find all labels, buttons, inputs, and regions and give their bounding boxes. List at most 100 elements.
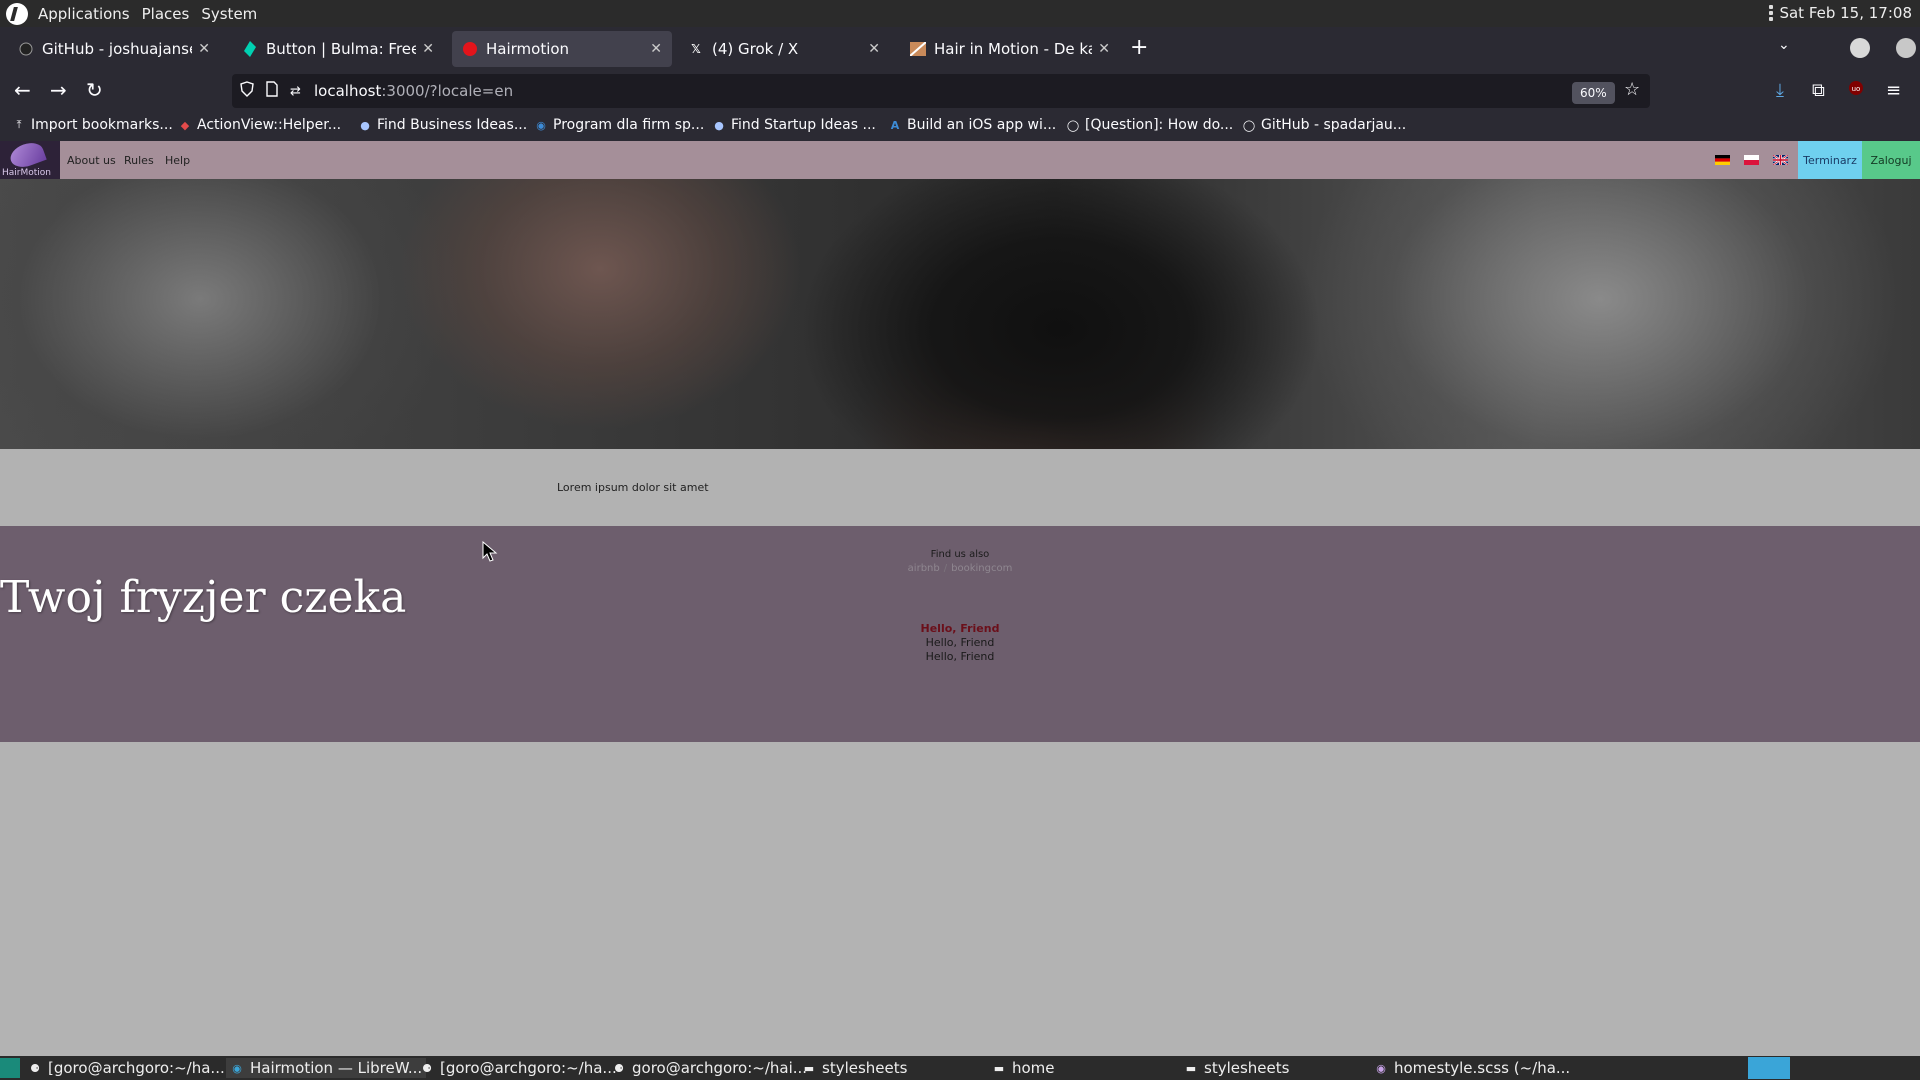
- github-icon: ◯: [1066, 118, 1080, 132]
- taskbar: ⚈ [goro@archgoro:~/ha... ◉ Hairmotion — Li…: [0, 1056, 1920, 1080]
- a-icon: A: [890, 118, 900, 132]
- new-tab-plus-icon[interactable]: +: [1130, 35, 1148, 60]
- polish-flag-icon[interactable]: [1744, 155, 1759, 165]
- hello-friend: Hello, Friend: [925, 650, 995, 663]
- terminal-icon: ⚈: [614, 1061, 624, 1075]
- permissions-icon[interactable]: ⇄: [290, 84, 308, 99]
- hamburger-menu-icon[interactable]: ≡: [1886, 80, 1901, 101]
- find-us-links: airbnb / bookingcom: [0, 563, 1920, 574]
- link-bookingcom[interactable]: bookingcom: [951, 563, 1012, 574]
- show-desktop-icon[interactable]: [0, 1058, 20, 1078]
- taskbar-item-terminal[interactable]: ⚈ [goro@archgoro:~/ha...: [420, 1058, 617, 1078]
- editor-icon: ◉: [1376, 1061, 1386, 1075]
- bookmark-item[interactable]: A Build an iOS app wi...: [888, 117, 1057, 133]
- site-logo[interactable]: HairMotion: [0, 141, 60, 179]
- back-arrow-icon[interactable]: ←: [14, 78, 31, 102]
- link-airbnb[interactable]: airbnb: [908, 563, 940, 574]
- taskbar-item-browser[interactable]: ◉ Hairmotion — LibreW...: [226, 1058, 427, 1078]
- bookmark-item[interactable]: ◆ ActionView::Helper...: [178, 117, 341, 133]
- url-text[interactable]: localhost:3000/?locale=en: [314, 82, 513, 100]
- taskbar-item-folder[interactable]: ▬ stylesheets: [1184, 1058, 1290, 1078]
- account-icon[interactable]: [1850, 38, 1870, 58]
- page-info-icon[interactable]: [266, 81, 282, 101]
- close-icon[interactable]: ✕: [1098, 41, 1110, 57]
- github-icon: ◯: [1242, 118, 1256, 132]
- ublock-icon[interactable]: uo: [1848, 80, 1864, 101]
- bookmark-item[interactable]: ● Find Business Ideas...: [358, 117, 527, 133]
- bookmark-star-icon[interactable]: ☆: [1624, 79, 1640, 100]
- hello-friend: Hello, Friend: [925, 636, 995, 649]
- uk-flag-icon[interactable]: [1773, 155, 1788, 165]
- zoom-indicator[interactable]: 60%: [1572, 82, 1615, 104]
- taskbar-item-terminal[interactable]: ⚈ goro@archgoro:~/hai...: [612, 1058, 807, 1078]
- red-dot-icon: [462, 41, 478, 57]
- bookmark-item[interactable]: ◉ Program dla firm sp...: [534, 117, 704, 133]
- site-navbar: HairMotion About us Rules Help Terminarz…: [0, 141, 1920, 179]
- x-icon: 𝕏: [691, 42, 701, 56]
- bookmark-item[interactable]: ● Find Startup Ideas ...: [712, 117, 876, 133]
- menu-system[interactable]: System: [195, 5, 263, 23]
- svg-text:uo: uo: [1852, 85, 1861, 93]
- terminarz-button[interactable]: Terminarz: [1798, 141, 1862, 179]
- hair-icon: [910, 41, 926, 57]
- bulma-icon: [242, 41, 258, 57]
- menu-applications[interactable]: Applications: [32, 5, 136, 23]
- downloads-icon[interactable]: ⤓: [1776, 80, 1784, 101]
- extensions-icon[interactable]: ⧉: [1812, 80, 1825, 101]
- reload-icon[interactable]: ↻: [86, 78, 103, 102]
- hero-image: [0, 179, 1920, 449]
- distro-logo-icon[interactable]: [6, 2, 28, 25]
- tab-grok[interactable]: 𝕏 (4) Grok / X ✕: [678, 31, 890, 67]
- bookmark-item[interactable]: ◯ [Question]: How do...: [1066, 117, 1233, 133]
- pin-icon: ●: [360, 118, 370, 132]
- link-separator: /: [943, 563, 948, 574]
- bookmarks-bar: ⤒ Import bookmarks... ◆ ActionView::Helper…: [0, 112, 1920, 141]
- bookmark-item[interactable]: ⤒ Import bookmarks...: [12, 117, 173, 133]
- nav-about-us[interactable]: About us: [67, 154, 116, 167]
- url-bar[interactable]: ⇄ localhost:3000/?locale=en: [232, 74, 1650, 108]
- clock[interactable]: Sat Feb 15, 17:08: [1779, 4, 1912, 22]
- tab-title: Hair in Motion - De kaps: [934, 40, 1092, 58]
- tray-browser-icon[interactable]: [1748, 1057, 1790, 1079]
- tab-title: GitHub - joshuajansen/b: [42, 40, 192, 58]
- taskbar-item-folder[interactable]: ▬ home: [992, 1058, 1055, 1078]
- kebab-icon: [1769, 5, 1774, 21]
- taskbar-item-terminal[interactable]: ⚈ [goro@archgoro:~/ha...: [28, 1058, 225, 1078]
- menu-places[interactable]: Places: [136, 5, 196, 23]
- tab-hair-in-motion[interactable]: Hair in Motion - De kaps ✕: [900, 31, 1120, 67]
- forward-arrow-icon[interactable]: →: [50, 78, 67, 102]
- close-icon[interactable]: ✕: [650, 41, 662, 57]
- tab-github[interactable]: GitHub - joshuajansen/b ✕: [8, 31, 220, 67]
- browser-icon: ◉: [232, 1061, 242, 1075]
- close-icon[interactable]: ✕: [422, 41, 434, 57]
- intro-text: Lorem ipsum dolor sit amet: [557, 481, 709, 494]
- window-close-icon[interactable]: [1896, 38, 1916, 58]
- pin-icon: ●: [714, 118, 724, 132]
- import-icon: ⤒: [16, 118, 22, 131]
- zaloguj-button[interactable]: Zaloguj: [1862, 141, 1920, 179]
- folder-icon: ▬: [803, 1061, 815, 1075]
- close-icon[interactable]: ✕: [198, 41, 210, 57]
- close-icon[interactable]: ✕: [868, 41, 880, 57]
- list-all-tabs-chevron-icon[interactable]: ⌄: [1778, 37, 1790, 53]
- taskbar-item-editor[interactable]: ◉ homestyle.scss (~/ha...: [1374, 1058, 1570, 1078]
- tab-bulma[interactable]: Button | Bulma: Free, op ✕: [232, 31, 444, 67]
- bookmark-item[interactable]: ◯ GitHub - spadarjau...: [1242, 117, 1406, 133]
- mouse-cursor-icon: [482, 541, 498, 562]
- folder-icon: ▬: [1185, 1061, 1197, 1075]
- find-us-label: Find us also: [930, 549, 990, 560]
- tab-hairmotion[interactable]: Hairmotion ✕: [452, 31, 672, 67]
- headline: Twoj fryzjer czeka: [0, 572, 407, 623]
- nav-help[interactable]: Help: [165, 154, 190, 167]
- panel-clock-area[interactable]: Sat Feb 15, 17:08: [1769, 4, 1912, 22]
- hello-friend-bold: Hello, Friend: [920, 622, 1000, 635]
- tab-strip: GitHub - joshuajansen/b ✕ Button | Bulma…: [0, 27, 1920, 70]
- nav-bar: ← → ↻ ⇄ localhost:3000/?locale=en ☆: [0, 70, 1920, 112]
- logo-text: HairMotion: [2, 168, 51, 178]
- tab-title: Button | Bulma: Free, op: [266, 40, 417, 58]
- nav-rules[interactable]: Rules: [124, 154, 154, 167]
- german-flag-icon[interactable]: [1715, 155, 1730, 165]
- shield-icon[interactable]: [240, 81, 256, 101]
- taskbar-item-folder[interactable]: ▬ stylesheets: [802, 1058, 908, 1078]
- intro-section: Lorem ipsum dolor sit amet: [0, 449, 1920, 526]
